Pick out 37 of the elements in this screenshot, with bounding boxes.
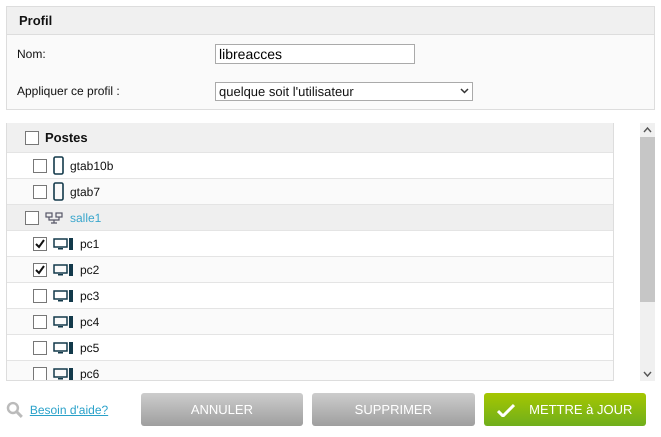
checkbox[interactable] — [33, 366, 47, 380]
computer-icon — [53, 290, 74, 302]
tablet-icon — [53, 156, 64, 175]
computer-icon — [53, 368, 74, 380]
tablet-icon — [53, 182, 64, 201]
checkbox[interactable] — [33, 314, 47, 328]
checkbox[interactable] — [33, 236, 47, 250]
name-field[interactable]: libreacces — [215, 44, 415, 64]
field-label: Appliquer ce profil : — [17, 84, 121, 98]
tree-item-label[interactable]: pc3 — [80, 288, 100, 302]
checkbox[interactable] — [25, 210, 39, 224]
tree-item-label[interactable]: pc6 — [80, 366, 100, 380]
scrollbar[interactable] — [640, 123, 655, 381]
tree-item-label[interactable]: pc2 — [80, 262, 100, 276]
checkbox[interactable] — [33, 262, 47, 276]
checkbox[interactable] — [33, 340, 47, 354]
profile-select[interactable]: quelque soit l'utilisateur — [215, 82, 473, 100]
tree-item-label[interactable]: gtab7 — [70, 184, 100, 198]
search-icon — [6, 400, 24, 418]
computer-icon — [53, 316, 74, 328]
tree-item-label[interactable]: gtab10b — [70, 158, 114, 172]
tree-item-label[interactable]: pc4 — [80, 314, 100, 328]
computer-icon — [53, 264, 74, 276]
computer-icon — [53, 238, 74, 250]
panel-title: Profil — [19, 13, 52, 28]
computer-icon — [53, 342, 74, 354]
field-label: Nom: — [17, 47, 47, 61]
checkbox[interactable] — [33, 184, 47, 198]
checkmark-icon — [497, 402, 516, 416]
checkbox[interactable] — [25, 130, 39, 144]
network-icon — [45, 212, 64, 224]
checkbox[interactable] — [33, 158, 47, 172]
tree-item-label[interactable]: pc5 — [80, 340, 100, 354]
chevron-down-icon — [460, 88, 469, 94]
checkbox[interactable] — [33, 288, 47, 302]
tree-item-label[interactable]: pc1 — [80, 236, 100, 250]
tree-root-label: Postes — [45, 130, 88, 145]
